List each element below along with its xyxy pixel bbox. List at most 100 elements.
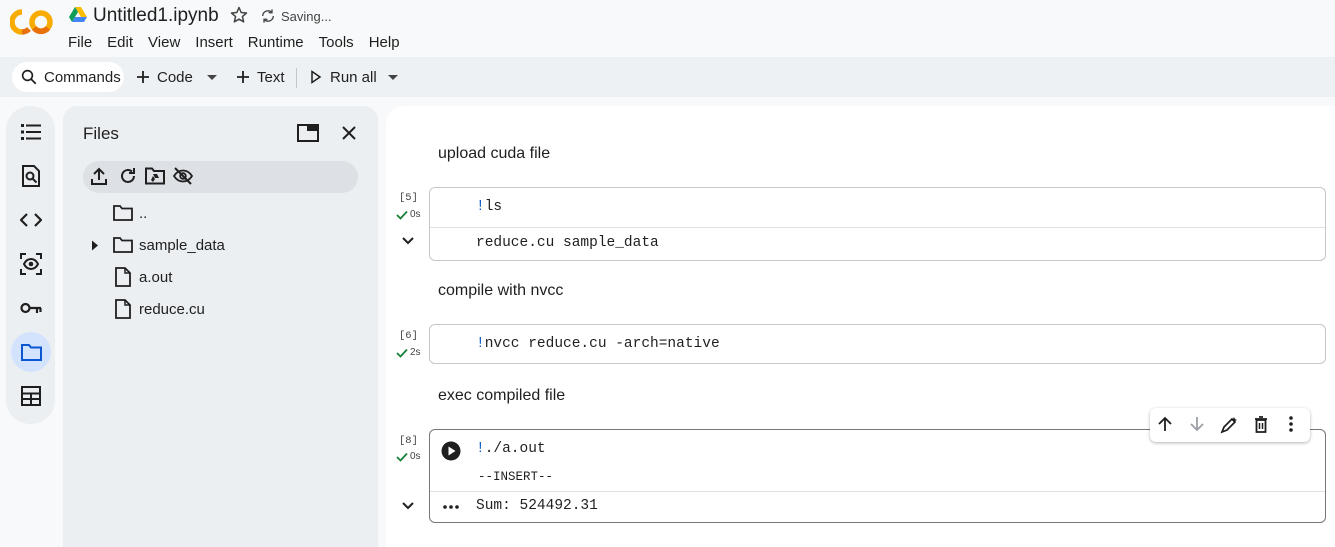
menu-bar: File Edit View Insert Runtime Tools Help [68,34,415,51]
hide-files-icon[interactable] [173,167,193,185]
code-cell-focused[interactable]: !./a.out --INSERT-- Sum: 524492.31 [429,429,1326,523]
more-options-icon[interactable] [1289,416,1293,432]
caret-down-icon [205,70,219,84]
file-entry-label: sample_data [139,236,225,254]
file-entry-a-out[interactable]: a.out [63,262,378,292]
files-panel-title: Files [83,124,119,143]
code-editor[interactable]: !ls [476,199,502,215]
collapse-output-icon[interactable] [402,502,414,510]
close-icon[interactable] [341,125,357,141]
mount-drive-icon[interactable] [145,167,165,185]
refresh-icon[interactable] [119,167,137,185]
add-code-button[interactable]: Code [135,64,193,90]
shell-prefix: ! [476,441,485,457]
execution-status: 0s [396,451,421,462]
file-entry-parent[interactable]: .. [63,198,378,228]
output-divider [430,491,1325,492]
shell-prefix: ! [476,199,485,215]
file-entry-label: a.out [139,268,173,286]
text-label: Text [257,68,285,86]
code-editor[interactable]: !./a.out [476,441,546,457]
search-icon [20,68,38,86]
secrets-key-icon[interactable] [11,288,51,328]
file-entry-label: reduce.cu [139,300,205,318]
execution-time: 0s [410,209,421,220]
text-cell[interactable]: upload cuda file [438,145,550,163]
run-cell-button[interactable] [441,441,461,461]
text-cell[interactable]: compile with nvcc [438,282,563,300]
notebook-title[interactable]: Untitled1.ipynb [93,5,219,27]
play-outline-icon [310,70,322,84]
menu-view[interactable]: View [148,34,180,51]
cell-actions-toolbar [1150,408,1310,442]
code-text: ls [484,199,503,215]
folder-icon [113,205,133,221]
menu-tools[interactable]: Tools [319,34,354,51]
files-toolbar [83,161,358,193]
colab-logo[interactable] [10,9,54,35]
run-all-dropdown-button[interactable] [386,64,400,90]
execution-time: 0s [410,451,421,462]
run-all-button[interactable]: Run all [310,64,377,90]
code-dropdown-button[interactable] [205,64,219,90]
output-actions-icon[interactable] [443,505,459,509]
menu-insert[interactable]: Insert [195,34,233,51]
file-entry-reduce-cu[interactable]: reduce.cu [63,294,378,324]
file-icon [115,299,131,319]
code-cell[interactable]: !nvcc reduce.cu -arch=native [429,324,1326,364]
expand-arrow-icon[interactable] [91,240,99,251]
caret-down-icon [386,70,400,84]
checkmark-icon [396,348,408,358]
edit-pen-icon[interactable] [1220,416,1238,434]
menu-edit[interactable]: Edit [107,34,133,51]
toolbar-divider [296,68,297,88]
commands-label: Commands [44,68,121,86]
header: Untitled1.ipynb Saving... File Edit View… [0,0,1335,57]
code-label: Code [157,68,193,86]
google-drive-icon[interactable] [69,7,87,23]
data-table-icon[interactable] [11,376,51,416]
add-text-button[interactable]: Text [235,64,285,90]
plus-icon [135,69,151,85]
table-of-contents-icon[interactable] [11,112,51,152]
shell-prefix: ! [476,336,485,352]
code-text: nvcc reduce.cu -arch=native [484,336,720,352]
code-snippets-icon[interactable] [11,200,51,240]
file-entry-sample-data[interactable]: sample_data [63,230,378,260]
execution-time: 2s [410,347,421,358]
cell-output: reduce.cu sample_data [476,235,659,251]
delete-icon[interactable] [1254,416,1268,433]
vim-mode-indicator: --INSERT-- [478,470,554,484]
upload-icon[interactable] [91,167,107,185]
menu-help[interactable]: Help [369,34,400,51]
move-down-icon[interactable] [1189,416,1205,432]
open-in-tab-icon[interactable] [297,124,319,142]
move-up-icon[interactable] [1157,416,1173,432]
menu-runtime[interactable]: Runtime [248,34,304,51]
execution-status: 2s [396,347,421,358]
code-text: ./a.out [484,441,546,457]
notebook-area: upload cuda file [5] 0s !ls reduce.cu sa… [386,106,1335,547]
save-status: Saving... [260,8,332,24]
menu-file[interactable]: File [68,34,92,51]
file-icon [115,267,131,287]
cell-output: Sum: 524492.31 [476,498,598,514]
find-icon[interactable] [11,156,51,196]
files-panel: Files .. sample_data a.out reduce.cu [63,106,378,547]
text-cell[interactable]: exec compiled file [438,387,565,405]
files-folder-icon[interactable] [11,332,51,372]
execution-count: [8] [399,435,418,447]
execution-count: [5] [399,192,418,204]
code-editor[interactable]: !nvcc reduce.cu -arch=native [476,336,720,352]
collapse-output-icon[interactable] [402,237,414,245]
checkmark-icon [396,210,408,220]
variables-icon[interactable] [11,244,51,284]
folder-icon [113,237,133,253]
save-status-text: Saving... [281,8,332,24]
output-divider [430,227,1325,228]
commands-button[interactable]: Commands [12,62,124,92]
run-all-label: Run all [330,68,377,86]
star-icon[interactable] [229,5,249,25]
code-cell[interactable]: !ls reduce.cu sample_data [429,187,1326,261]
sync-icon [260,8,276,24]
